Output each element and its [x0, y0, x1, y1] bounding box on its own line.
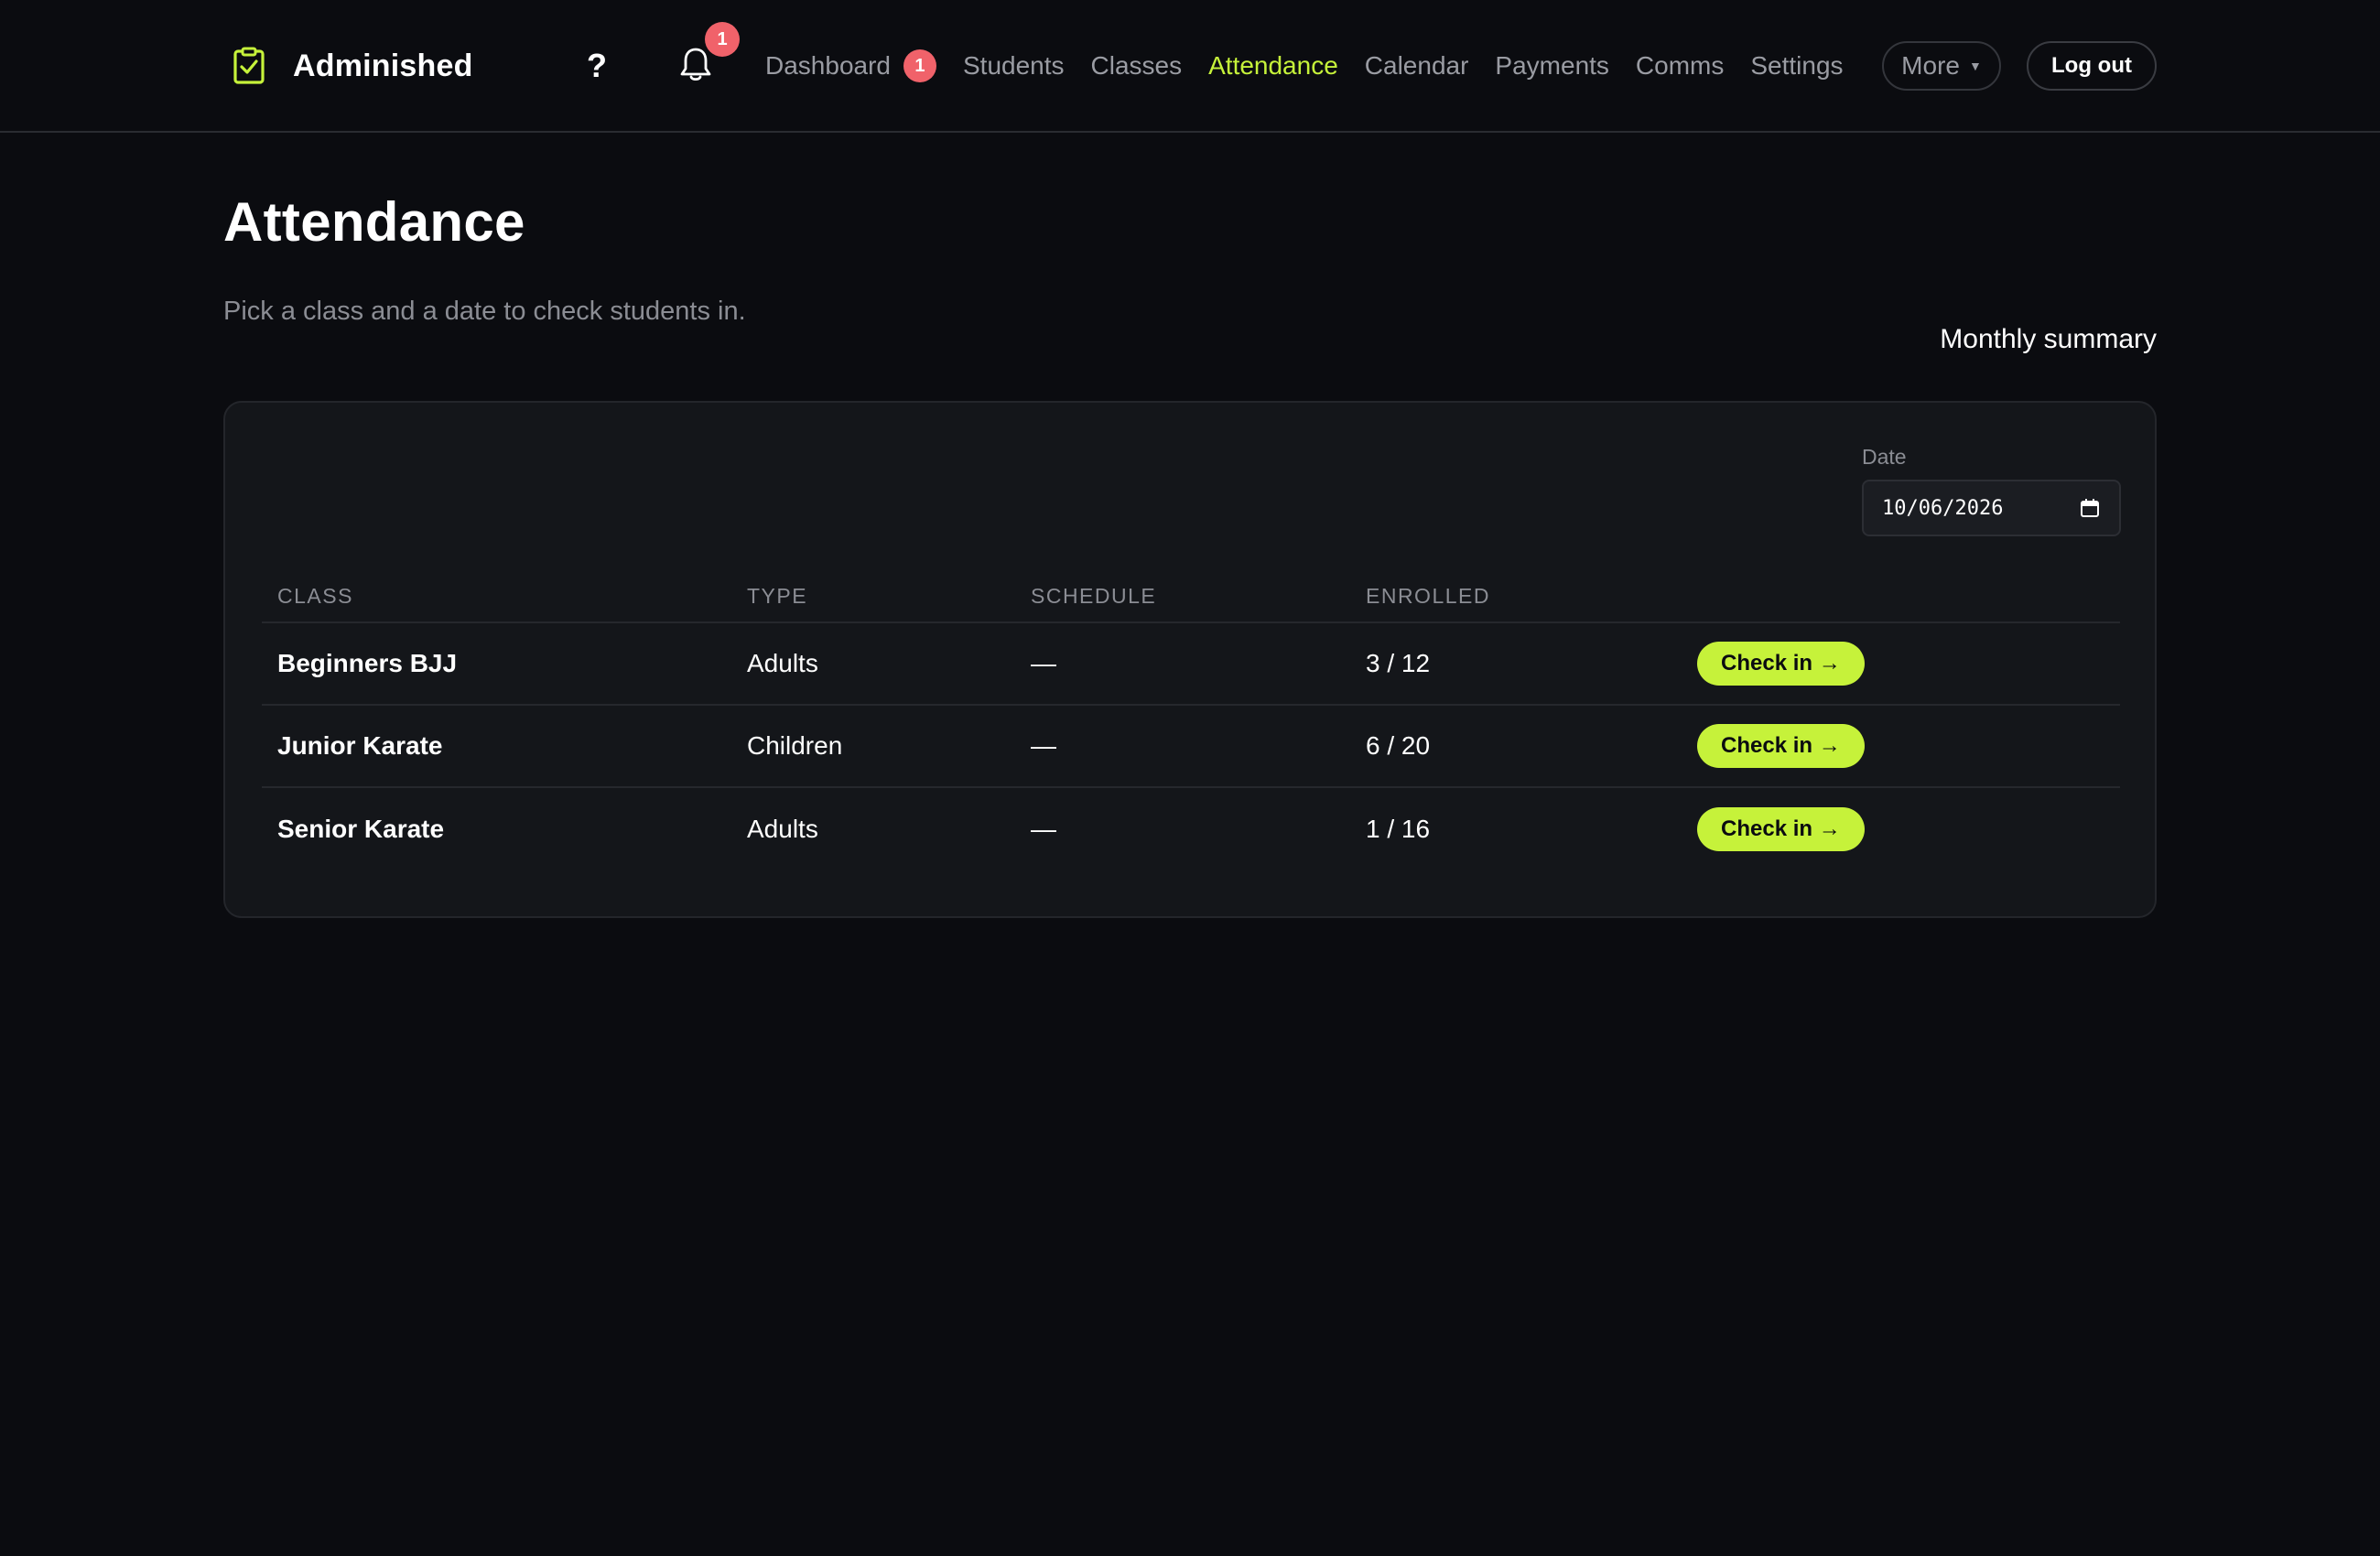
nav-item-payments[interactable]: Payments [1495, 51, 1609, 81]
attendance-card: Date 10/06/2026 CLASS TYPE SCHEDULE ENRO… [223, 401, 2157, 918]
clipboard-check-icon [223, 40, 275, 92]
help-button[interactable]: ? [579, 42, 615, 90]
class-type: Children [731, 705, 1015, 788]
column-header-schedule: SCHEDULE [1015, 571, 1350, 623]
calendar-icon[interactable] [2079, 497, 2101, 519]
nav-item-comms[interactable]: Comms [1636, 51, 1724, 81]
page-title: Attendance [223, 191, 525, 253]
nav-item-dashboard[interactable]: Dashboard 1 [765, 49, 936, 82]
caret-down-icon: ▼ [1968, 59, 1982, 73]
class-schedule: — [1015, 622, 1350, 706]
check-in-button[interactable]: Check in → [1697, 642, 1865, 686]
date-value: 10/06/2026 [1882, 496, 2004, 520]
classes-table: CLASS TYPE SCHEDULE ENROLLED Beginners B… [262, 571, 2120, 870]
nav-item-attendance[interactable]: Attendance [1208, 51, 1338, 81]
class-type: Adults [731, 622, 1015, 706]
table-row: Senior Karate Adults — 1 / 16 Check in → [262, 787, 2120, 870]
more-menu-button[interactable]: More ▼ [1882, 41, 2001, 91]
class-enrolled: 3 / 12 [1350, 622, 1682, 706]
class-name: Senior Karate [277, 814, 445, 843]
table-row: Junior Karate Children — 6 / 20 Check in… [262, 705, 2120, 788]
date-label: Date [1862, 445, 1907, 469]
action-cell: Check in → [1682, 787, 2120, 870]
nav-item-classes[interactable]: Classes [1091, 51, 1183, 81]
page-subtitle: Pick a class and a date to check student… [223, 297, 746, 326]
class-enrolled: 1 / 16 [1366, 814, 1431, 843]
bell-icon [679, 46, 712, 87]
column-header-enrolled: ENROLLED [1350, 571, 1682, 623]
top-nav-bar: Adminished ? 1 Dashboard 1 Students Clas… [0, 0, 2380, 133]
nav-item-settings[interactable]: Settings [1750, 51, 1843, 81]
class-enrolled: 6 / 20 [1350, 705, 1682, 788]
class-name: Beginners BJJ [262, 622, 731, 706]
class-schedule: — [1015, 705, 1350, 788]
check-in-button[interactable]: Check in → [1697, 724, 1865, 768]
nav-item-calendar[interactable]: Calendar [1365, 51, 1469, 81]
class-schedule: — [1031, 814, 1056, 843]
table-header-row: CLASS TYPE SCHEDULE ENROLLED [262, 571, 2120, 623]
nav-item-label: Dashboard [765, 51, 891, 80]
check-in-button[interactable]: Check in → [1697, 806, 1865, 851]
column-header-type: TYPE [731, 571, 1015, 623]
logout-button[interactable]: Log out [2027, 41, 2157, 91]
nav-item-students[interactable]: Students [963, 51, 1065, 81]
main-nav: Dashboard 1 Students Classes Attendance … [765, 40, 1870, 92]
brand-name: Adminished [293, 48, 473, 83]
column-header-class: CLASS [262, 571, 731, 623]
brand[interactable]: Adminished [223, 40, 473, 92]
table-row: Beginners BJJ Adults — 3 / 12 Check in → [262, 622, 2120, 706]
more-label: More [1901, 51, 1960, 80]
action-cell: Check in → [1682, 622, 2120, 706]
action-cell: Check in → [1682, 705, 2120, 788]
class-name: Junior Karate [262, 705, 731, 788]
date-input[interactable]: 10/06/2026 [1862, 480, 2121, 536]
notification-count-badge: 1 [705, 22, 740, 57]
column-header-action [1682, 571, 2120, 623]
class-type: Adults [747, 814, 818, 843]
dashboard-count-badge: 1 [903, 49, 936, 82]
monthly-summary-link[interactable]: Monthly summary [1940, 324, 2157, 355]
